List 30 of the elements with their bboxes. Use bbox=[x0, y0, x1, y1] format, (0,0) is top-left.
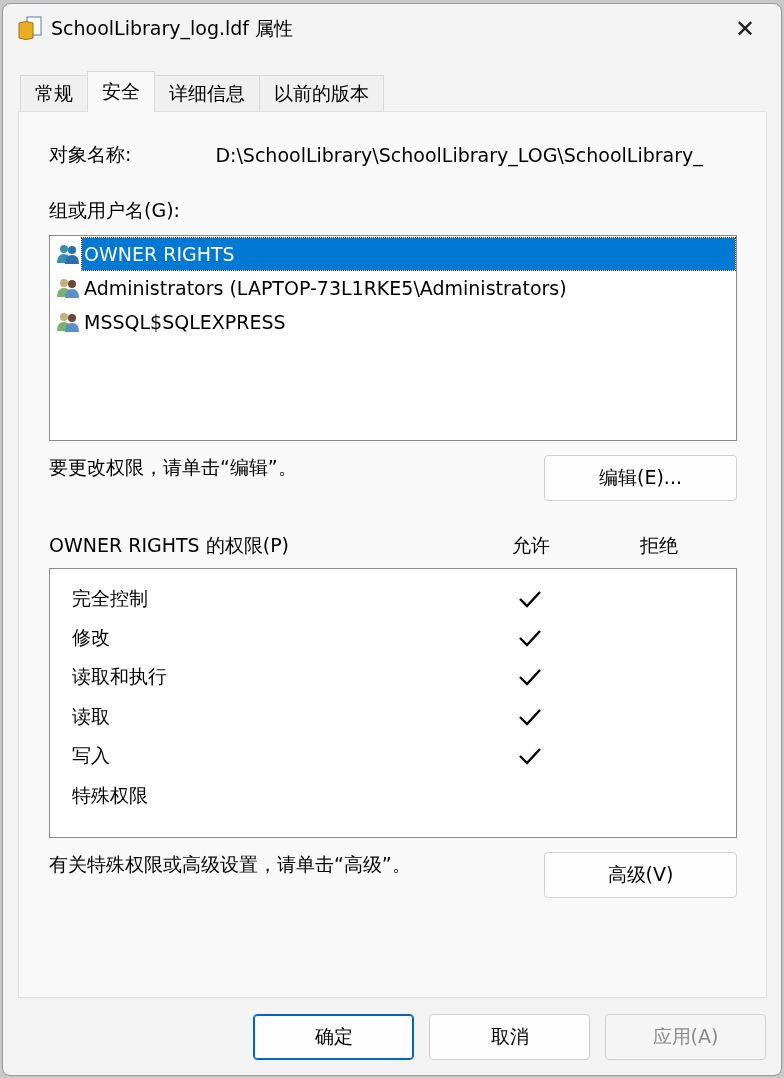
edit-button[interactable]: 编辑(E)... bbox=[544, 455, 737, 501]
users-icon bbox=[56, 311, 80, 333]
permission-name: 修改 bbox=[72, 625, 111, 651]
permission-name: 读取和执行 bbox=[72, 664, 168, 690]
list-item[interactable]: Administrators (LAPTOP-73L1RKE5\Administrators) bbox=[82, 272, 569, 304]
object-path: D:\SchoolLibrary\SchoolLibrary_LOG\SchoolLibrary_ bbox=[215, 144, 703, 166]
hint-text: 有关特殊权限或高级设置，请单击“高级”。 bbox=[49, 852, 411, 877]
window-title: SchoolLibrary_log.ldf 属性 bbox=[51, 16, 295, 42]
hint-text: 要更改权限，请单击“编辑”。 bbox=[49, 455, 297, 480]
column-header: 允许 bbox=[511, 533, 551, 558]
permission-name: 读取 bbox=[72, 703, 111, 729]
permission-name: 完全控制 bbox=[72, 585, 149, 611]
section-label: OWNER RIGHTS 的权限(P) bbox=[49, 533, 290, 558]
field-label: 对象名称: bbox=[49, 142, 132, 167]
close-button[interactable]: ✕ bbox=[723, 9, 767, 49]
tab[interactable]: 安全 bbox=[87, 71, 155, 112]
permission-name: 特殊权限 bbox=[72, 782, 149, 808]
database-file-icon bbox=[17, 16, 43, 42]
users-icon bbox=[56, 243, 80, 265]
advanced-button[interactable]: 高级(V) bbox=[544, 852, 737, 898]
permission-name: 写入 bbox=[72, 743, 111, 769]
dialog-button[interactable]: 取消 bbox=[429, 1013, 590, 1060]
dialog-button[interactable]: 确定 bbox=[253, 1013, 414, 1060]
list-item[interactable]: MSSQL$SQLEXPRESS bbox=[82, 306, 288, 338]
tab[interactable]: 常规 bbox=[20, 75, 88, 111]
section-label: 组或用户名(G): bbox=[49, 198, 181, 223]
users-icon bbox=[56, 277, 80, 299]
tab[interactable]: 以前的版本 bbox=[259, 75, 384, 111]
column-header: 拒绝 bbox=[639, 533, 679, 558]
list-item[interactable]: OWNER RIGHTS bbox=[82, 238, 735, 270]
